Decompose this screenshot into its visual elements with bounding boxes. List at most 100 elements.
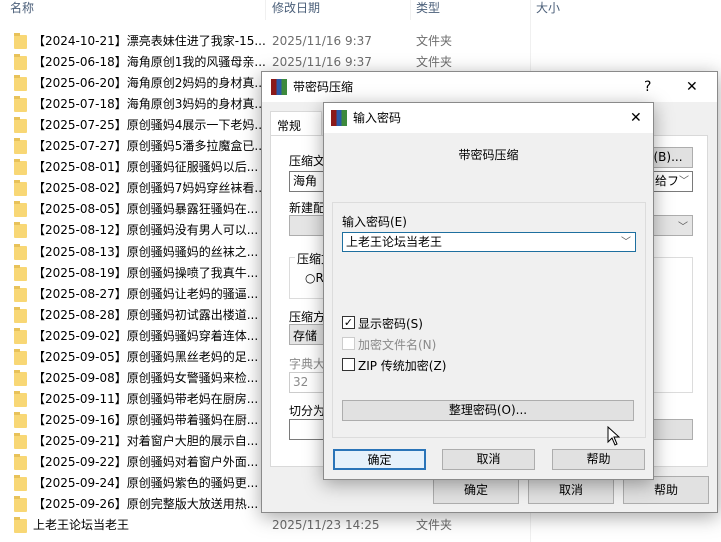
folder-icon [14, 348, 27, 365]
column-divider [410, 0, 411, 20]
ok-button[interactable]: 确定 [433, 476, 519, 504]
password-input[interactable]: 上老王论坛当老王 ﹀ [342, 232, 636, 252]
file-name: 【2025-08-02】原创骚妈7妈妈穿丝袜看... [33, 181, 266, 196]
column-header-size[interactable]: 大小 [536, 0, 560, 20]
help-icon[interactable]: ? [644, 72, 651, 102]
folder-icon [14, 306, 27, 323]
close-icon[interactable]: ✕ [686, 72, 698, 102]
tab-general[interactable]: 常规 [270, 111, 322, 136]
folder-icon [14, 138, 27, 155]
update-mode-value: 给フ [655, 174, 680, 188]
folder-icon [14, 454, 27, 470]
archive-name-label: 压缩文 [289, 154, 326, 168]
password-value: 上老王论坛当老王 [346, 235, 443, 249]
cancel-button[interactable]: 取消 [528, 476, 614, 504]
chevron-down-icon: ﹀ [621, 237, 631, 248]
folder-icon [14, 264, 27, 281]
folder-icon [14, 33, 27, 49]
zip-legacy-label: ZIP 传统加密(Z) [358, 359, 447, 373]
file-name: 【2025-08-13】原创骚妈骚妈的丝袜之... [33, 244, 259, 259]
close-icon[interactable]: ✕ [630, 103, 642, 133]
file-name: 上老王论坛当老王 [33, 518, 130, 533]
options-button[interactable] [651, 419, 693, 440]
column-header-type[interactable]: 类型 [416, 0, 440, 20]
file-name: 【2025-08-12】原创骚妈没有男人可以... [33, 223, 259, 238]
file-name: 【2025-09-08】原创骚妈女警骚妈来检... [33, 370, 259, 385]
options-box [651, 257, 693, 393]
file-type: 文件夹 [416, 34, 453, 48]
file-name: 【2025-09-02】原创骚妈骚妈穿着连体... [33, 328, 259, 343]
encrypt-names-checkbox[interactable] [342, 337, 355, 350]
format-radio[interactable]: ○R [305, 271, 324, 285]
file-type: 文件夹 [416, 55, 453, 70]
folder-icon [14, 117, 27, 134]
file-date: 2025/11/16 9:37 [272, 55, 372, 70]
folder-icon [14, 159, 27, 176]
file-name: 【2025-07-27】原创骚妈5潘多拉魔盒已... [33, 139, 266, 154]
folder-icon [14, 327, 27, 344]
file-name: 【2025-08-05】原创骚妈暴露狂骚妈在... [33, 202, 259, 217]
file-name: 【2025-06-20】海角原创2妈妈的身材真... [33, 76, 266, 91]
tab-label: 常规 [277, 119, 302, 133]
folder-icon [14, 432, 27, 449]
folder-icon [14, 201, 27, 218]
show-password-label: 显示密码(S) [358, 317, 423, 331]
title-bar[interactable]: 带密码压缩 ? ✕ [262, 72, 717, 102]
file-list-item[interactable]: 上老王论坛当老王 2025/11/23 14:25 文件夹 [0, 515, 720, 536]
ok-button[interactable]: 确定 [333, 449, 426, 470]
file-list-item[interactable]: 【2024-10-21】漂亮表妹住进了我家-15... 2025/11/16 9:… [0, 31, 720, 52]
password-label: 输入密码(E) [342, 215, 407, 229]
folder-icon [14, 180, 27, 197]
file-name: 【2024-10-21】漂亮表妹住进了我家-15... [33, 34, 266, 48]
dialog-title: 带密码压缩 [293, 80, 354, 94]
file-date: 2025/11/16 9:37 [272, 34, 372, 48]
update-mode-select[interactable]: 给フ ﹀ [651, 171, 693, 192]
column-header-name[interactable]: 名称 [10, 0, 34, 20]
file-name: 【2025-08-19】原创骚妈操喷了我真牛... [33, 265, 259, 280]
folder-icon [14, 517, 27, 534]
profile-label: 新建配 [289, 201, 326, 215]
show-password-checkbox[interactable]: ✓ [342, 316, 355, 329]
help-button[interactable]: 帮助 [552, 449, 645, 470]
folder-icon [14, 369, 27, 386]
file-name: 【2025-08-01】原创骚妈征服骚妈以后... [33, 160, 259, 175]
cancel-button[interactable]: 取消 [442, 449, 535, 470]
file-date: 2025/11/23 14:25 [272, 518, 380, 533]
file-list-item[interactable]: 【2025-06-18】海角原创1我的风骚母亲... 2025/11/16 9:3… [0, 52, 720, 73]
file-name: 【2025-09-26】原创完整版大放送用热... [33, 497, 259, 512]
mouse-cursor-icon [607, 426, 620, 446]
zip-legacy-checkbox[interactable] [342, 358, 355, 371]
encrypt-names-label: 加密文件名(N) [358, 338, 437, 352]
folder-icon [14, 243, 27, 260]
help-button[interactable]: 帮助 [623, 476, 709, 504]
file-name: 【2025-07-25】原创骚妈4展示一下老妈... [33, 118, 266, 133]
file-name: 【2025-09-24】原创骚妈紫色的骚妈更... [33, 476, 259, 491]
chevron-down-icon: ﹀ [678, 222, 688, 233]
file-name: 【2025-09-11】原创骚妈带老妈在厨房... [33, 391, 259, 406]
column-header-modified[interactable]: 修改日期 [272, 0, 320, 20]
file-name: 【2025-09-05】原创骚妈黑丝老妈的足... [33, 349, 259, 364]
folder-icon [14, 475, 27, 492]
folder-icon [14, 390, 27, 407]
dialog-heading: 带密码压缩 [458, 148, 519, 162]
winrar-icon [331, 110, 347, 126]
file-name: 【2025-09-22】原创骚妈对着窗户外面... [33, 455, 259, 469]
folder-icon [14, 411, 27, 428]
chevron-down-icon: ﹀ [679, 176, 689, 187]
winrar-icon [271, 79, 287, 95]
folder-icon [14, 54, 27, 71]
method-label: 压缩方 [289, 310, 326, 324]
organize-passwords-button[interactable]: 整理密码(O)... [342, 400, 634, 421]
dict-size-label: 字典大 [289, 357, 326, 371]
column-divider [265, 0, 266, 20]
file-name: 【2025-08-27】原创骚妈让老妈的骚逼... [33, 286, 259, 301]
folder-icon [14, 285, 27, 302]
file-name: 【2025-08-28】原创骚妈初试露出楼道... [33, 307, 259, 322]
folder-icon [14, 96, 27, 113]
file-name: 【2025-07-18】海角原创3妈妈的身材真... [33, 97, 266, 112]
password-dialog: 输入密码 ✕ 带密码压缩 输入密码(E) 上老王论坛当老王 ﹀ ✓ 显示密码(S)… [323, 102, 654, 480]
title-bar[interactable]: 输入密码 ✕ [324, 103, 653, 133]
dialog-title: 输入密码 [353, 111, 402, 125]
file-name: 【2025-06-18】海角原创1我的风骚母亲... [33, 55, 266, 70]
file-name: 【2025-09-16】原创骚妈带着骚妈在厨... [33, 412, 259, 427]
